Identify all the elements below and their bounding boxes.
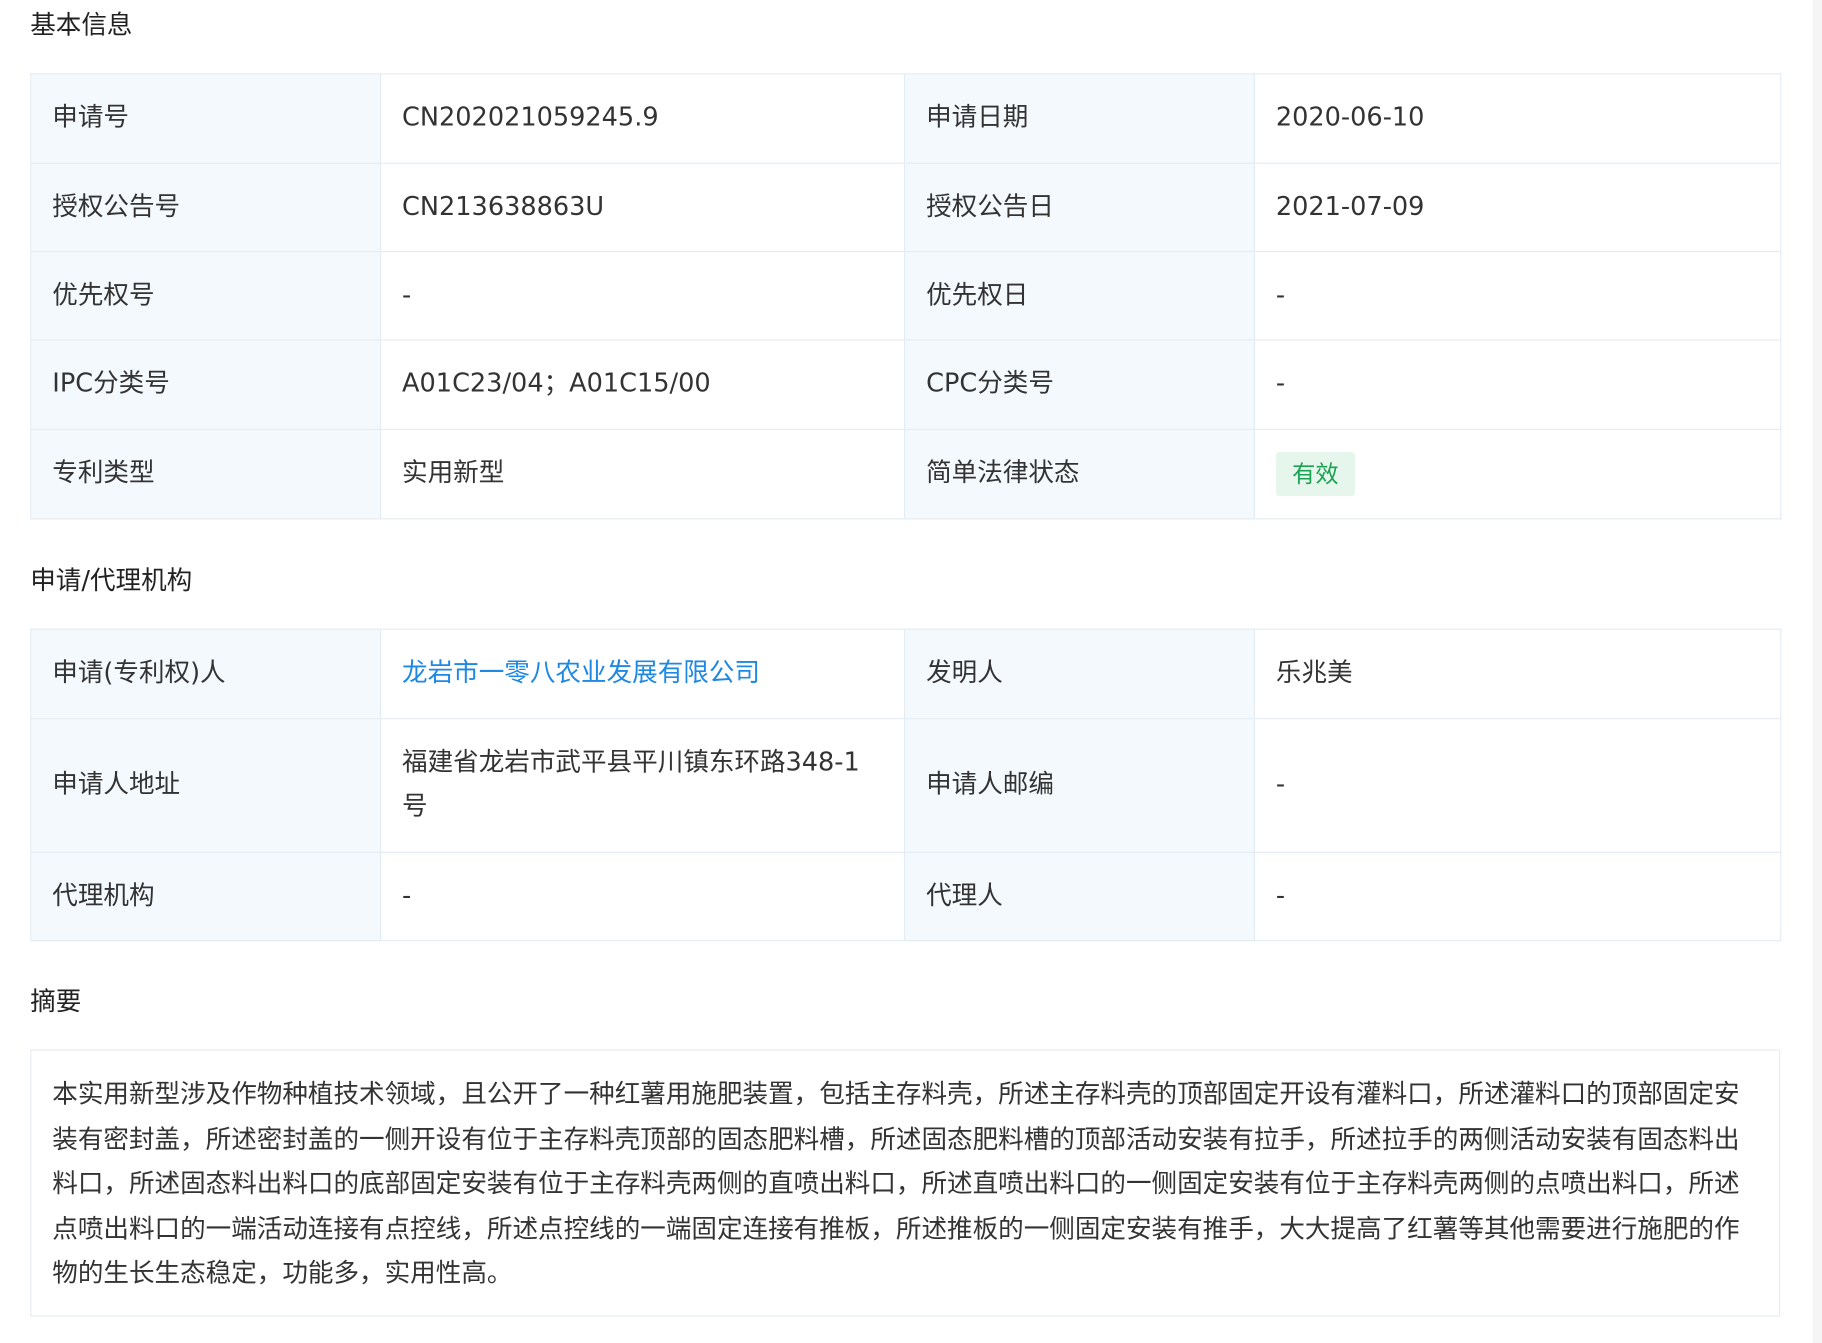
priority-number-label: 优先权号: [30, 250, 382, 341]
basic-info-title: 基本信息: [30, 11, 133, 41]
grant-number-value: CN213638863U: [379, 162, 906, 253]
applicant-table: 申请(专利权)人 龙岩市一零八农业发展有限公司 发明人 乐兆美 申请人地址 福建…: [30, 628, 1782, 942]
ipc-label: IPC分类号: [30, 339, 382, 430]
application-number-value: CN202021059245.9: [379, 73, 906, 164]
application-number-label: 申请号: [30, 73, 382, 164]
table-row: 申请(专利权)人 龙岩市一零八农业发展有限公司 发明人 乐兆美: [30, 628, 1782, 720]
table-row: 优先权号 - 优先权日 -: [30, 250, 1782, 341]
abstract-text: 本实用新型涉及作物种植技术领域，且公开了一种红薯用施肥装置，包括主存料壳，所述主…: [52, 1080, 1740, 1289]
grant-date-value: 2021-07-09: [1253, 162, 1782, 253]
legal-status-label: 简单法律状态: [904, 428, 1255, 520]
table-row: 申请号 CN202021059245.9 申请日期 2020-06-10: [30, 73, 1782, 164]
applicant-address-label: 申请人地址: [30, 718, 382, 853]
agent-value: -: [1253, 851, 1782, 942]
status-badge: 有效: [1275, 451, 1355, 496]
applicant-link[interactable]: 龙岩市一零八农业发展有限公司: [379, 628, 906, 720]
table-row: IPC分类号 A01C23/04；A01C15/00 CPC分类号 -: [30, 339, 1782, 430]
inventor-value: 乐兆美: [1253, 628, 1782, 720]
legal-status-cell: 有效: [1253, 428, 1782, 520]
table-row: 授权公告号 CN213638863U 授权公告日 2021-07-09: [30, 162, 1782, 253]
grant-number-label: 授权公告号: [30, 162, 382, 253]
grant-date-label: 授权公告日: [904, 162, 1255, 253]
application-date-value: 2020-06-10: [1253, 73, 1782, 164]
cpc-label: CPC分类号: [904, 339, 1255, 430]
inventor-label: 发明人: [904, 628, 1255, 720]
scrollbar[interactable]: [1812, 0, 1822, 1343]
applicant-address-value: 福建省龙岩市武平县平川镇东环路348-1号: [379, 718, 906, 853]
applicant-label: 申请(专利权)人: [30, 628, 382, 720]
patent-type-value: 实用新型: [379, 428, 906, 520]
table-row: 代理机构 - 代理人 -: [30, 851, 1782, 942]
agency-value: -: [379, 851, 906, 942]
application-date-label: 申请日期: [904, 73, 1255, 164]
table-row: 专利类型 实用新型 简单法律状态 有效: [30, 428, 1782, 520]
priority-date-value: -: [1253, 250, 1782, 341]
abstract-box: 本实用新型涉及作物种植技术领域，且公开了一种红薯用施肥装置，包括主存料壳，所述主…: [30, 1049, 1781, 1317]
cpc-value: -: [1253, 339, 1782, 430]
table-row: 申请人地址 福建省龙岩市武平县平川镇东环路348-1号 申请人邮编 -: [30, 718, 1782, 853]
patent-type-label: 专利类型: [30, 428, 382, 520]
postcode-label: 申请人邮编: [904, 718, 1255, 853]
abstract-title: 摘要: [30, 987, 82, 1017]
applicant-agency-title: 申请/代理机构: [30, 567, 193, 597]
agency-label: 代理机构: [30, 851, 382, 942]
basic-info-table: 申请号 CN202021059245.9 申请日期 2020-06-10 授权公…: [30, 73, 1782, 520]
priority-date-label: 优先权日: [904, 250, 1255, 341]
agent-label: 代理人: [904, 851, 1255, 942]
priority-number-value: -: [379, 250, 906, 341]
postcode-value: -: [1253, 718, 1782, 853]
patent-detail-page: 基本信息 申请号 CN202021059245.9 申请日期 2020-06-1…: [0, 0, 1822, 1343]
ipc-value: A01C23/04；A01C15/00: [379, 339, 906, 430]
